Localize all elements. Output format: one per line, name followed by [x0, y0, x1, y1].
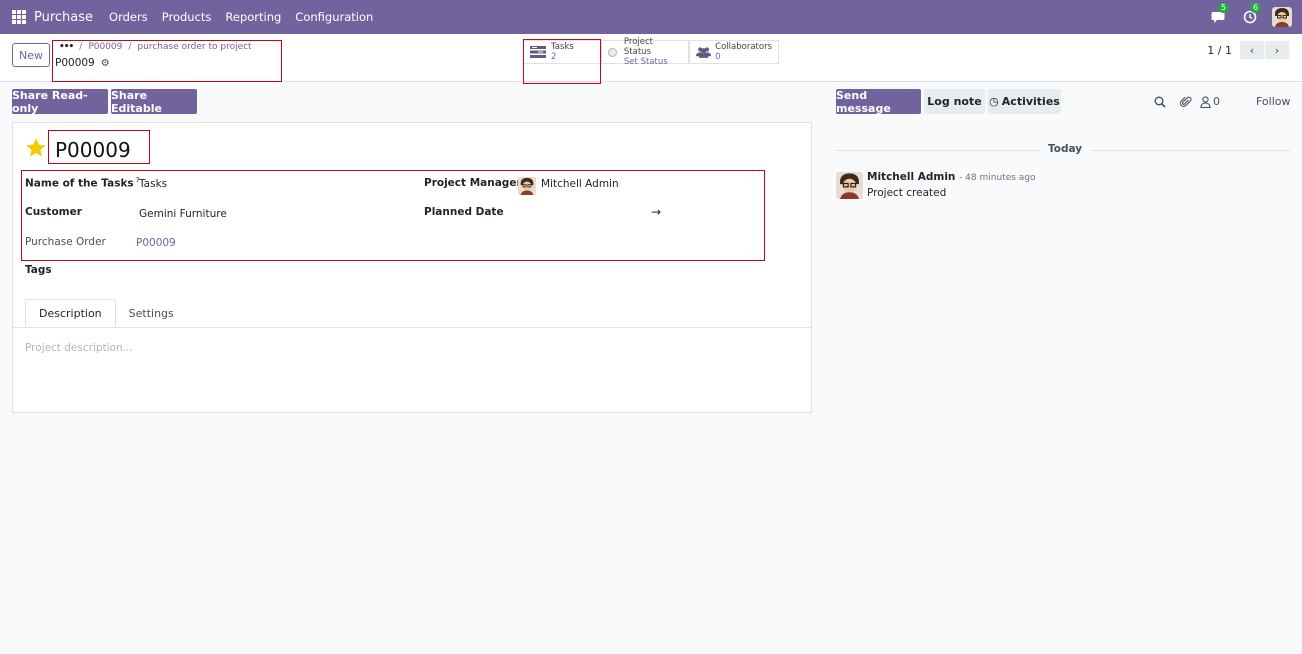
project-status-label: Project Status — [623, 37, 653, 57]
purchase-order-label: Purchase Order — [25, 236, 106, 248]
project-title[interactable]: P00009 — [55, 138, 131, 162]
pager: 1 / 1 ‹ › — [1207, 41, 1290, 59]
followers-count: 0 — [1213, 95, 1220, 108]
users-icon — [696, 47, 712, 58]
description-input[interactable]: Project description... — [25, 342, 133, 354]
tab-description[interactable]: Description — [25, 299, 116, 327]
activities-clock-icon[interactable]: 6 — [1242, 3, 1262, 25]
breadcrumb-item-p00009[interactable]: P00009 — [88, 42, 122, 52]
chatter-tools: 0 — [1154, 95, 1220, 108]
project-status-value: Set Status — [623, 57, 668, 67]
new-button[interactable]: New — [12, 43, 50, 67]
pager-value[interactable]: 1 / 1 — [1207, 44, 1232, 57]
planned-date-label: Planned Date — [424, 206, 504, 218]
breadcrumb-highlight: ••• / P00009 / purchase order to project… — [52, 40, 282, 82]
top-navbar: Purchase Orders Products Reporting Confi… — [0, 0, 1302, 34]
message-body: Project created — [867, 187, 947, 199]
message-time: - 48 minutes ago — [959, 173, 1036, 183]
share-editable-button[interactable]: Share Editable — [111, 89, 197, 115]
collaborators-label: Collaborators — [715, 42, 772, 52]
messages-icon[interactable]: 5 — [1210, 3, 1230, 25]
breadcrumb: ••• / P00009 / purchase order to project — [59, 42, 252, 52]
search-icon[interactable] — [1154, 96, 1166, 108]
user-avatar[interactable] — [1272, 7, 1292, 27]
purchase-order-value[interactable]: P00009 — [136, 237, 176, 249]
message-author[interactable]: Mitchell Admin — [867, 171, 955, 183]
manager-avatar — [518, 177, 536, 195]
pager-next-icon[interactable]: › — [1265, 41, 1290, 59]
menu-orders[interactable]: Orders — [109, 10, 148, 24]
star-icon[interactable] — [25, 137, 47, 159]
follower-user-icon[interactable] — [1200, 95, 1211, 108]
follow-button[interactable]: Follow — [1256, 95, 1291, 108]
tabs-divider — [13, 327, 811, 328]
tasks-name-value[interactable]: Tasks — [139, 178, 167, 190]
collaborators-smart-button[interactable]: Collaborators 0 — [689, 40, 779, 64]
record-name: P00009 ⚙ — [55, 57, 110, 69]
apps-menu-icon[interactable] — [12, 10, 26, 24]
clock-icon: ◷ — [989, 95, 999, 108]
date-range-arrow-icon[interactable]: → — [651, 205, 661, 219]
form-sheet: P00009 Name of the Tasks? Tasks Customer… — [12, 122, 812, 413]
project-status-button[interactable]: Project Status Set Status — [601, 37, 689, 67]
pager-previous-icon[interactable]: ‹ — [1240, 41, 1265, 59]
status-circle-icon — [608, 47, 617, 57]
project-manager-label: Project Manager — [424, 177, 522, 189]
collaborators-count: 0 — [715, 52, 721, 62]
activities-button[interactable]: ◷ Activities — [988, 89, 1061, 114]
send-message-button[interactable]: Send message — [836, 89, 921, 115]
customer-label: Customer — [25, 206, 82, 218]
notebook-tabs: Description Settings — [25, 299, 187, 327]
share-readonly-button[interactable]: Share Read-only — [12, 89, 108, 115]
breadcrumb-item-project[interactable]: purchase order to project — [137, 42, 251, 52]
menu-reporting[interactable]: Reporting — [225, 10, 281, 24]
tags-label: Tags — [25, 264, 52, 276]
date-separator: Today — [1040, 143, 1091, 155]
tab-settings[interactable]: Settings — [116, 299, 187, 327]
gear-icon[interactable]: ⚙ — [101, 58, 110, 69]
project-manager-value[interactable]: Mitchell Admin — [541, 178, 619, 190]
log-note-button[interactable]: Log note — [924, 89, 985, 114]
activities-badge: 6 — [1250, 3, 1262, 13]
tasks-name-label: Name of the Tasks? — [25, 176, 140, 190]
menu-products[interactable]: Products — [162, 10, 212, 24]
paperclip-icon[interactable] — [1180, 96, 1192, 108]
record-name-text: P00009 — [55, 57, 95, 69]
message-header: Mitchell Admin - 48 minutes ago — [867, 171, 1036, 183]
activities-label: Activities — [1001, 95, 1060, 108]
message-author-avatar[interactable] — [836, 172, 863, 199]
breadcrumb-more-icon[interactable]: ••• — [59, 42, 74, 52]
customer-value[interactable]: Gemini Furniture — [139, 208, 227, 220]
messages-badge: 5 — [1218, 3, 1230, 13]
control-panel: New ••• / P00009 / purchase order to pro… — [0, 34, 1302, 84]
app-name[interactable]: Purchase — [34, 10, 93, 25]
menu-configuration[interactable]: Configuration — [295, 10, 373, 24]
tasks-highlight — [523, 39, 601, 84]
